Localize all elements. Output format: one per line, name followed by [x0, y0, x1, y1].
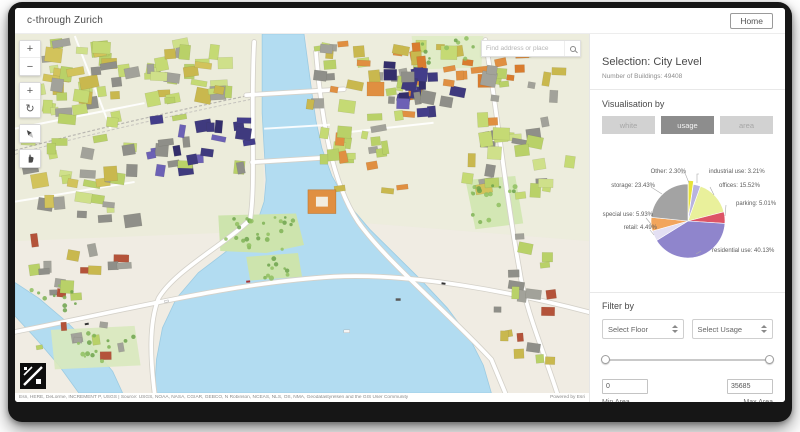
pie-slice-storage [650, 183, 689, 222]
pan-button[interactable] [20, 150, 40, 167]
zoom-in-button[interactable]: + [20, 41, 40, 58]
powered-by-text: Powered by Esri [550, 395, 585, 400]
app-window: c-through Zurich Home + − + ↻ Find addre… [15, 8, 785, 402]
divider [590, 89, 785, 90]
divider [590, 292, 785, 293]
floor-select[interactable]: Select Floor [602, 319, 684, 339]
compass-group [19, 124, 41, 143]
basemap-graphic [15, 34, 589, 393]
selection-title: Selection: City Level [602, 56, 702, 68]
zoom-group: + − [19, 40, 41, 76]
visualisation-buttons: white usage area [602, 116, 773, 134]
compass-button[interactable] [20, 125, 40, 142]
pie-graphic [645, 172, 727, 259]
vis-button-white[interactable]: white [602, 116, 655, 134]
map-controls: + − + ↻ [19, 40, 41, 168]
map-canvas[interactable]: + − + ↻ Find address or place Esri, HERE… [15, 34, 589, 402]
pie-label-parking: parking: 5.01% [736, 201, 777, 207]
max-area-label: Max Area [727, 399, 773, 402]
pie-label-other: Other: 2.30% [650, 169, 686, 175]
home-button[interactable]: Home [730, 12, 773, 29]
floor-select-value: Select Floor [608, 324, 649, 334]
updown-icon [761, 325, 767, 333]
side-panel: Selection: City Level Number of Building… [589, 34, 785, 402]
pie-label-offices: offices: 15.52% [719, 183, 760, 189]
visualisation-label: Visualisation by [602, 99, 665, 109]
pan-group [19, 149, 41, 168]
updown-icon [671, 325, 678, 333]
island-building [307, 189, 337, 214]
slider-handle-max[interactable] [765, 355, 774, 364]
usage-pie-chart: Other: 2.30% industrial use: 3.21% offic… [602, 164, 777, 282]
content-row: + − + ↻ Find address or place Esri, HERE… [15, 34, 785, 402]
filter-label: Filter by [602, 301, 635, 311]
vis-button-area[interactable]: area [720, 116, 773, 134]
app-title: c-through Zurich [27, 15, 104, 26]
app-logo [20, 363, 46, 389]
browser-frame: c-through Zurich Home + − + ↻ Find addre… [8, 2, 792, 422]
usage-select-value: Select Usage [697, 324, 743, 334]
max-area-group: Max Area [727, 375, 773, 402]
zoom-mode-button[interactable]: + [20, 83, 40, 100]
search-input[interactable] [482, 45, 564, 52]
max-area-input[interactable] [727, 379, 773, 394]
top-bar: c-through Zurich Home [15, 8, 785, 34]
pie-label-special: special use: 5.93% [602, 212, 653, 218]
map-search [481, 40, 581, 57]
zoom-out-button[interactable]: − [20, 58, 40, 75]
plus-icon: + [26, 85, 34, 97]
usage-select[interactable]: Select Usage [691, 319, 773, 339]
min-area-input[interactable] [602, 379, 648, 394]
plus-icon: + [26, 43, 34, 55]
pie-label-industrial: industrial use: 3.21% [709, 169, 765, 175]
buildings-count: Number of Buildings: 49408 [602, 73, 683, 80]
minus-icon: − [26, 60, 34, 73]
search-button[interactable] [564, 41, 580, 56]
pie-label-storage: storage: 23.43% [611, 183, 655, 189]
pie-label-retail: retail: 4.49% [623, 225, 657, 231]
pie-label-residential: residential use: 40.13% [712, 248, 775, 254]
hand-icon [28, 154, 34, 163]
area-range-slider [601, 355, 774, 365]
compass-icon [26, 129, 34, 138]
vis-button-usage[interactable]: usage [661, 116, 714, 134]
slider-track [602, 359, 773, 361]
attribution-text: Esri, HERE, DeLorme, INCREMENT P, USGS |… [19, 395, 409, 400]
min-area-group: Min Area [602, 375, 648, 402]
filter-selects: Select Floor Select Usage [602, 319, 773, 339]
attribution-bar: Esri, HERE, DeLorme, INCREMENT P, USGS |… [15, 393, 589, 402]
mode-group: + ↻ [19, 82, 41, 118]
rotate-button[interactable]: ↻ [20, 100, 40, 117]
rotate-icon: ↻ [25, 103, 35, 115]
area-inputs: Min Area Max Area [602, 375, 773, 402]
min-area-label: Min Area [602, 399, 648, 402]
slider-handle-min[interactable] [601, 355, 610, 364]
search-icon [569, 45, 576, 52]
